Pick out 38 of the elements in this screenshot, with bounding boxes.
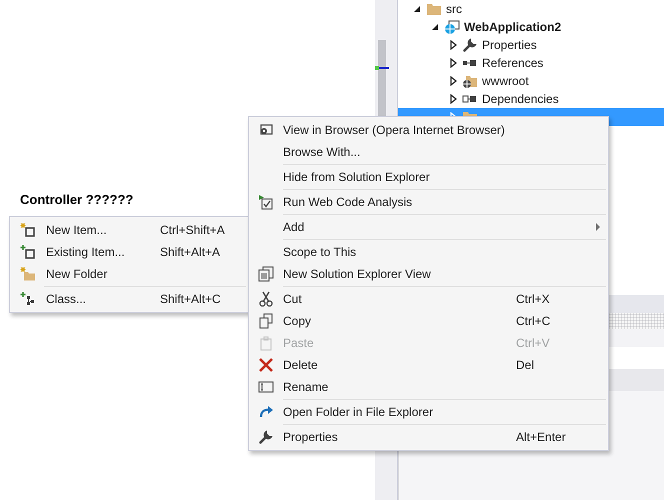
- shortcut-label: Shift+Alt+A: [160, 245, 222, 259]
- menu-item[interactable]: Run Web Code Analysis: [249, 191, 608, 213]
- menu-item[interactable]: Cut Ctrl+X: [249, 288, 608, 310]
- tree-item-label: WebApplication2: [464, 20, 562, 34]
- menu-item[interactable]: Open Folder in File Explorer: [249, 401, 608, 423]
- menu-item[interactable]: Copy Ctrl+C: [249, 310, 608, 332]
- menu-item[interactable]: Class... Shift+Alt+C: [10, 288, 248, 310]
- menu-item[interactable]: Add: [249, 216, 608, 238]
- shortcut-label: Ctrl+Shift+A: [160, 223, 226, 237]
- tree-item[interactable]: wwwroot: [398, 72, 664, 90]
- tree-item-label: References: [482, 56, 544, 70]
- shortcut-label: Ctrl+C: [516, 314, 552, 328]
- menu-item[interactable]: Existing Item... Shift+Alt+A: [10, 241, 248, 263]
- shortcut-label: Alt+Enter: [516, 430, 567, 444]
- menu-item[interactable]: Rename: [249, 376, 608, 398]
- tree-item[interactable]: WebApplication2: [398, 18, 664, 36]
- menu-item[interactable]: View in Browser (Opera Internet Browser): [249, 119, 608, 141]
- tree-item[interactable]: src: [398, 0, 664, 18]
- menu-item[interactable]: New Folder: [10, 263, 248, 285]
- menu-item[interactable]: New Item... Ctrl+Shift+A: [10, 219, 248, 241]
- menu-item[interactable]: Properties Alt+Enter: [249, 426, 608, 448]
- tree-item-label: src: [446, 2, 462, 16]
- tree-item-label: Dependencies: [482, 92, 559, 106]
- menu-item[interactable]: Browse With...: [249, 141, 608, 163]
- heading: Controller ??????: [20, 192, 134, 207]
- menu-item[interactable]: Scope to This: [249, 241, 608, 263]
- menu-item[interactable]: Delete Del: [249, 354, 608, 376]
- shortcut-label: Del: [516, 358, 536, 372]
- menu-item[interactable]: Hide from Solution Explorer: [249, 166, 608, 188]
- tree-item[interactable]: Dependencies: [398, 90, 664, 108]
- tree-item-label: Properties: [482, 38, 537, 52]
- menu-item[interactable]: New Solution Explorer View: [249, 263, 608, 285]
- tree-item[interactable]: Properties: [398, 36, 664, 54]
- tree-item[interactable]: References: [398, 54, 664, 72]
- tree-item-label: wwwroot: [482, 74, 529, 88]
- shortcut-label: Shift+Alt+C: [160, 292, 222, 306]
- shortcut-label: Ctrl+V: [516, 336, 551, 350]
- shortcut-label: Ctrl+X: [516, 292, 551, 306]
